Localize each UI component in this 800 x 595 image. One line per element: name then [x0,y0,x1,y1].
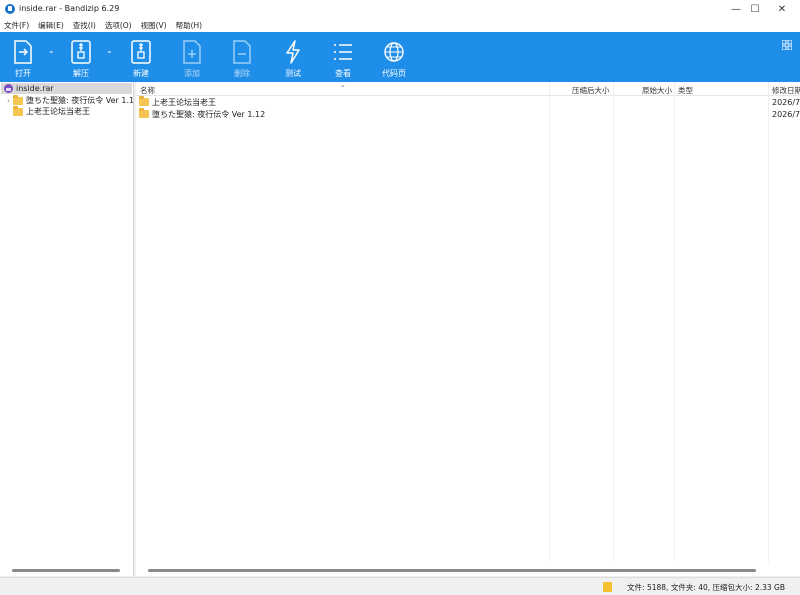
folder-icon [139,96,149,106]
tree-horizontal-scrollbar[interactable] [12,569,120,572]
menu-help[interactable]: 帮助(H) [176,20,203,31]
add-file-icon [183,40,201,64]
tree-node-label: 上老王论坛当老王 [26,107,90,116]
test-button[interactable]: 测试 [271,32,315,82]
menu-file[interactable]: 文件(F) [4,20,29,31]
list-item-name: 堕ちた聖猿: 夜行伝令 Ver 1.12 [152,109,266,119]
file-list[interactable]: ⌄ 名称 压缩后大小 原始大小 类型 修改日期 上老王论坛当老王 2026/7 … [136,82,800,576]
open-archive-icon [14,40,32,64]
tree-node-folder[interactable]: › 堕ちた聖猿: 夜行伝令 Ver 1.12 [0,94,134,106]
list-horizontal-scrollbar[interactable] [148,569,756,572]
list-item-modified: 2026/7 [772,98,800,107]
list-item-name: 上老王论坛当老王 [152,97,216,107]
column-divider [768,82,769,562]
archive-status-icon [603,582,612,592]
add-label: 添加 [184,69,200,78]
delete-label: 删除 [234,69,250,78]
new-archive-icon [131,40,151,64]
menu-options[interactable]: 选项(O) [105,20,132,31]
column-header-type[interactable]: 类型 [678,85,693,96]
archive-file-icon [4,84,13,93]
delete-button[interactable]: 删除 [220,32,264,82]
list-item-modified: 2026/7 [772,110,800,119]
sort-indicator-icon: ⌄ [340,82,346,89]
codepage-label: 代码页 [382,69,406,78]
open-label: 打开 [15,69,31,78]
list-item[interactable]: 堕ちた聖猿: 夜行伝令 Ver 1.12 2026/7 [136,108,800,120]
column-divider [549,82,550,562]
list-view-icon [334,44,352,60]
extract-button[interactable]: 解压 [59,32,103,82]
tree-root-archive[interactable]: inside.rar [1,83,132,94]
extract-icon [71,40,91,64]
folder-icon [13,94,23,105]
toolbar: 打开 ⌄ 解压 ⌄ 新建 添加 删除 测试 查看 代码页 [0,32,800,82]
extract-dropdown-icon[interactable]: ⌄ [106,46,113,55]
extract-label: 解压 [73,69,89,78]
window-title: inside.rar - Bandizip 6.29 [19,4,120,13]
chevron-right-icon[interactable]: › [4,97,13,105]
globe-icon [384,42,404,62]
title-bar: inside.rar - Bandizip 6.29 — ☐ ✕ [0,0,800,18]
column-divider [674,82,675,562]
tree-root-label: inside.rar [16,84,54,93]
view-button[interactable]: 查看 [321,32,365,82]
lightning-icon [286,40,300,64]
view-label: 查看 [335,69,351,78]
menu-view[interactable]: 视图(V) [141,20,167,31]
column-header-name[interactable]: 名称 [140,85,155,96]
delete-file-icon [233,40,251,64]
column-header-row: ⌄ 名称 压缩后大小 原始大小 类型 修改日期 [136,82,800,96]
column-header-compressed-size[interactable]: 压缩后大小 [572,85,610,96]
folder-icon [139,108,149,118]
status-summary: 文件: 5188, 文件夹: 40, 压缩包大小: 2.33 GB [627,583,785,592]
test-label: 测试 [285,69,301,78]
menu-edit[interactable]: 编辑(E) [38,20,64,31]
open-dropdown-icon[interactable]: ⌄ [48,46,55,55]
column-header-modified[interactable]: 修改日期 [772,85,800,96]
tree-node-folder[interactable]: 上老王论坛当老王 [0,105,90,117]
menu-bar: 文件(F) 编辑(E) 查找(I) 选项(O) 视图(V) 帮助(H) [0,18,800,32]
open-button[interactable]: 打开 [1,32,45,82]
tree-node-label: 堕ちた聖猿: 夜行伝令 Ver 1.12 [26,96,134,105]
folder-tree[interactable]: inside.rar › 堕ちた聖猿: 夜行伝令 Ver 1.12 上老王论坛当… [0,82,134,576]
codepage-button[interactable]: 代码页 [372,32,416,82]
folder-icon [13,105,23,116]
menu-find[interactable]: 查找(I) [73,20,96,31]
column-divider [613,82,614,562]
column-header-original-size[interactable]: 原始大小 [642,85,672,96]
bandizip-app-icon [5,4,15,14]
status-bar: 文件: 5188, 文件夹: 40, 压缩包大小: 2.33 GB [0,577,800,595]
list-item[interactable]: 上老王论坛当老王 2026/7 [136,96,800,108]
add-button[interactable]: 添加 [170,32,214,82]
new-label: 新建 [133,69,149,78]
new-button[interactable]: 新建 [119,32,163,82]
layout-grid-icon[interactable] [782,40,792,50]
close-button[interactable]: ✕ [764,0,800,18]
